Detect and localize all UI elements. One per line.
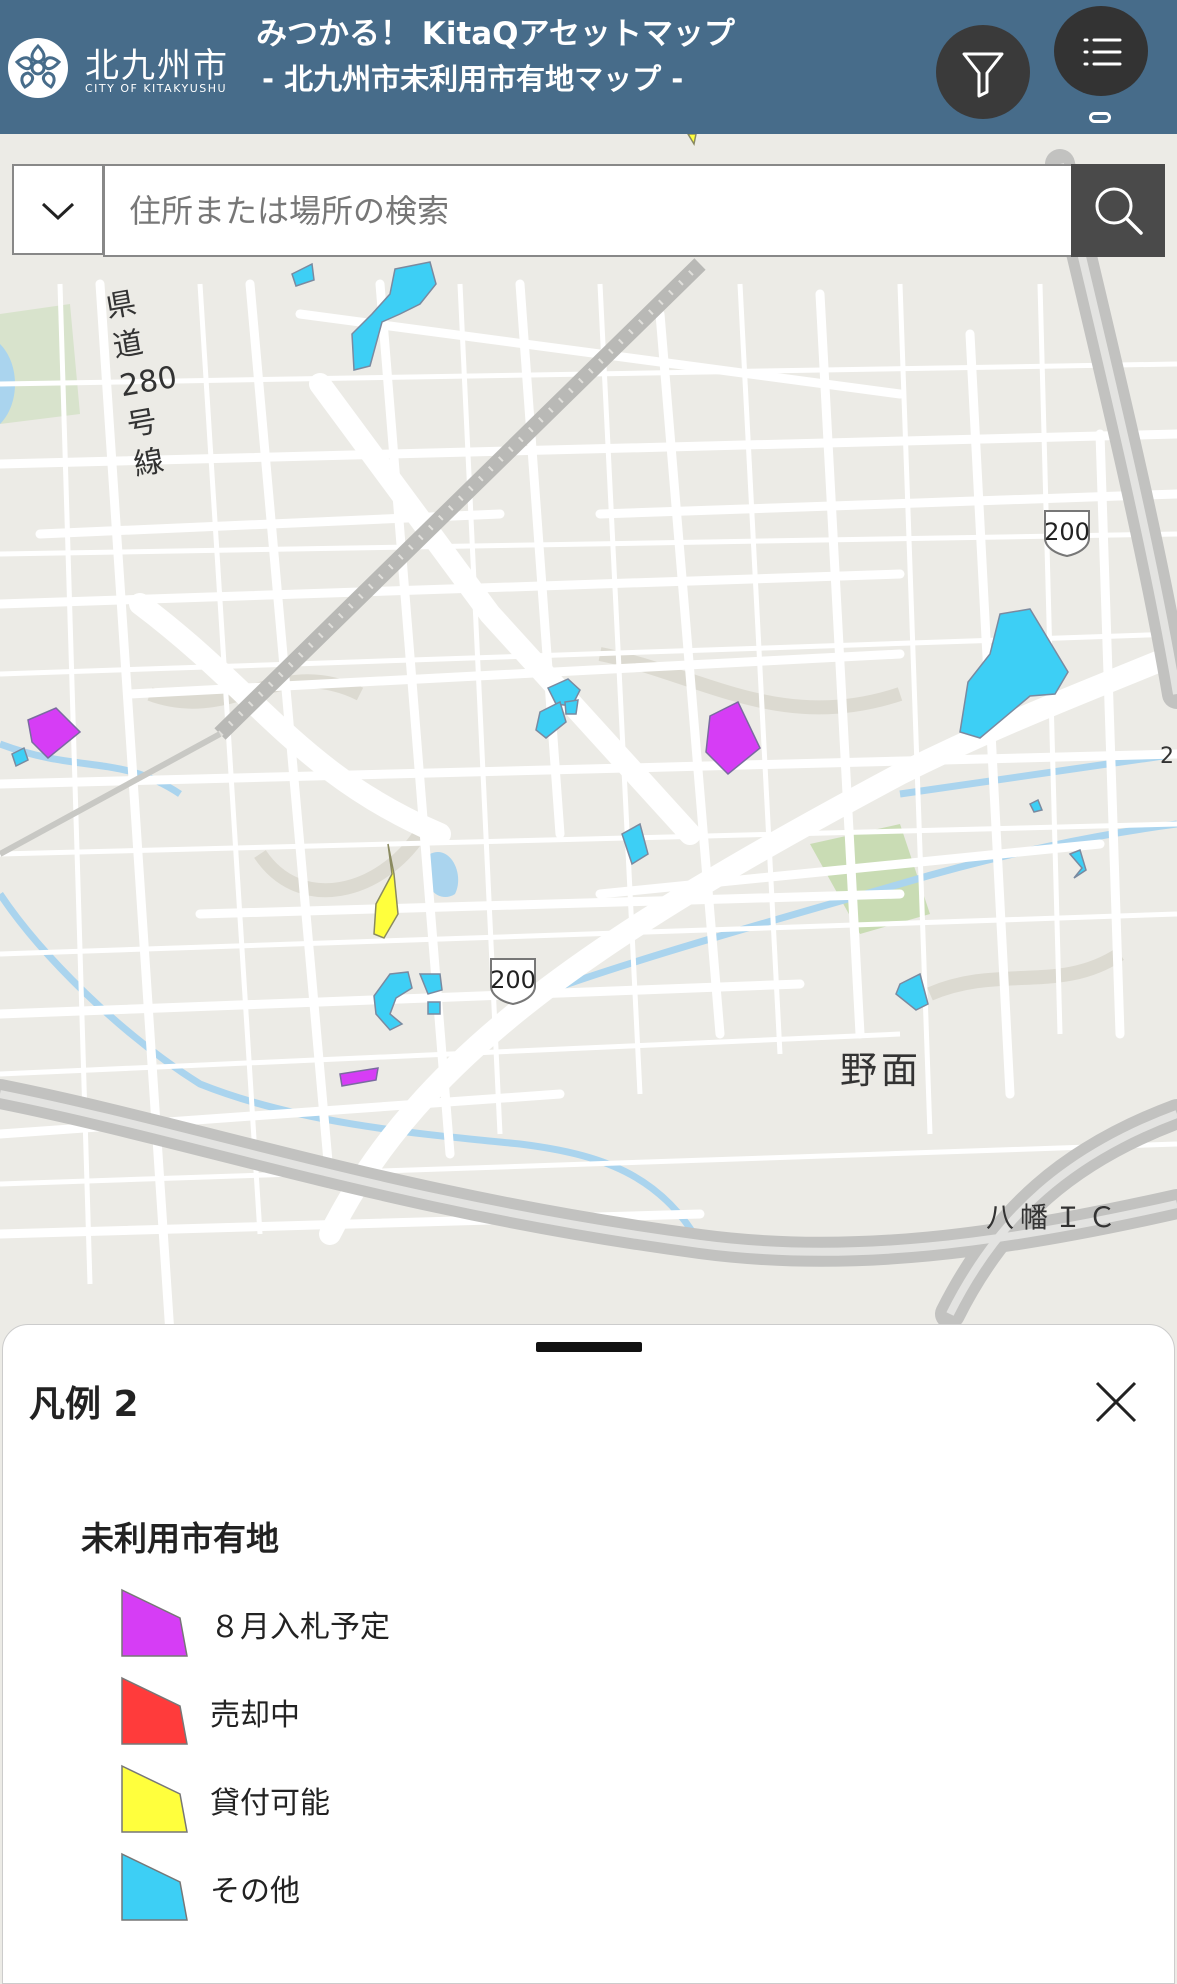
route-shield-number: 200 [1044,518,1090,546]
route-shield: 200 [1042,508,1092,558]
search-input[interactable] [103,164,1083,257]
legend-panel: 凡例 2 未利用市有地 ８月入札予定 売却中 貸付可能 その他 [2,1324,1175,1984]
legend-item: ８月入札予定 [120,1588,820,1658]
legend-section-title: 未利用市有地 [81,1519,279,1558]
route-shield: 200 [488,956,538,1006]
app-title: みつかる！ KitaQアセットマップ [256,16,735,52]
list-menu-icon [1083,38,1122,66]
search-icon [1095,187,1143,235]
route-shield-number: 200 [490,966,536,994]
legend-item: 売却中 [120,1676,820,1746]
legend-swatch [121,1676,188,1745]
legend-swatch [121,1764,188,1833]
app-subtitle: - 北九州市未利用市有地マップ - [262,62,684,96]
basemap[interactable] [0,133,1177,1339]
legend-item: その他 [120,1852,820,1922]
map-view[interactable]: 県道280号線 200 200 野面 八幡ＩＣ 2 [0,133,1177,1339]
legend-swatch [121,1588,188,1657]
logo-city-name: 北九州市 [85,46,229,86]
map-label-edge-route: 2 [1160,744,1174,769]
filter-button[interactable] [936,25,1030,119]
city-emblem-icon [8,38,68,98]
chevron-down-icon [41,202,75,221]
search-source-dropdown[interactable] [12,164,104,255]
legend-swatch [121,1852,188,1921]
legend-item-label: 貸付可能 [210,1786,330,1821]
close-button[interactable] [1091,1377,1141,1427]
panel-drag-handle[interactable] [536,1342,642,1352]
logo-city-name-en: CITY OF KITAKYUSHU [85,82,228,95]
map-label-area-name: 野面 [840,1049,922,1092]
legend-title: 凡例 2 [29,1384,139,1425]
legend-item-label: その他 [210,1874,300,1909]
menu-button[interactable] [1054,6,1148,96]
app-header: 北九州市 CITY OF KITAKYUSHU みつかる！ KitaQアセットマ… [0,0,1177,134]
close-icon [1095,1381,1137,1423]
legend-item-label: 売却中 [210,1698,300,1733]
filter-icon [962,52,1004,98]
map-label-interchange: 八幡ＩＣ [986,1201,1123,1234]
legend-item: 貸付可能 [120,1764,820,1834]
search-button[interactable] [1071,164,1165,257]
search-bar [12,164,1165,257]
menu-indicator [1089,112,1111,123]
legend-item-label: ８月入札予定 [210,1610,390,1645]
